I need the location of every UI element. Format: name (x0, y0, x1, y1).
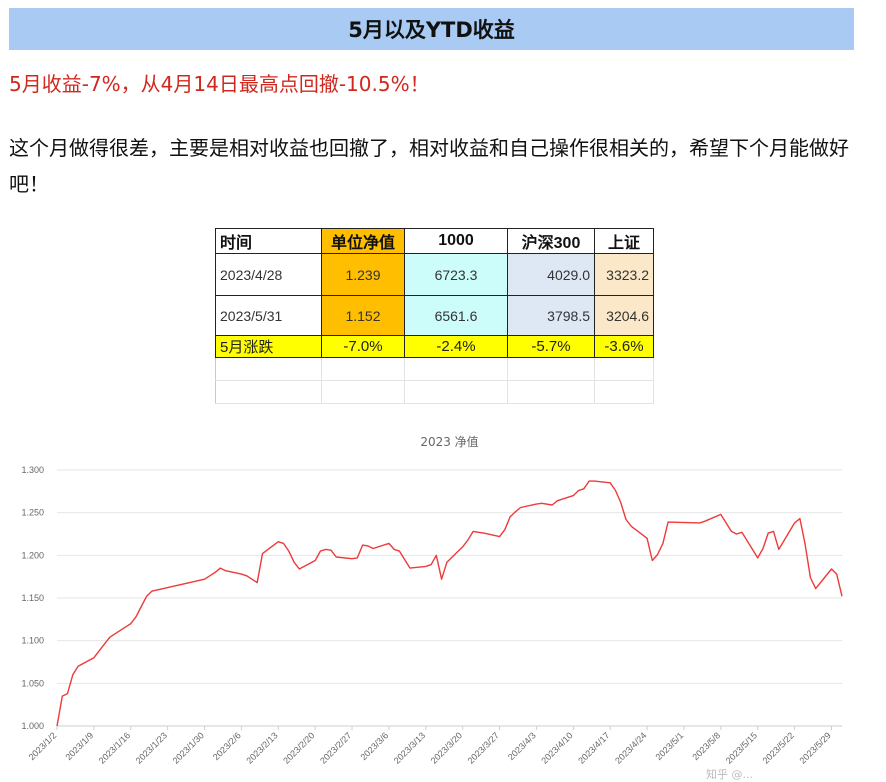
returns-table-image: 时间 单位净值 1000 沪深300 上证 2023/4/28 1.239 67… (212, 226, 654, 404)
x-tick-label: 2023/5/22 (761, 730, 796, 765)
y-tick-label: 1.000 (21, 721, 44, 731)
cell-change-hs300: -5.7% (507, 335, 595, 358)
table-row: 2023/4/28 1.239 6723.3 4029.0 3323.2 (215, 253, 654, 296)
y-tick-label: 1.200 (21, 550, 44, 560)
cell-nav: 1.239 (321, 253, 405, 296)
header-nav: 单位净值 (321, 228, 405, 254)
x-tick-label: 2023/2/6 (211, 730, 243, 762)
header-date: 时间 (215, 228, 322, 254)
empty-row (215, 380, 654, 404)
y-tick-label: 1.100 (21, 636, 44, 646)
x-tick-label: 2023/5/15 (724, 730, 759, 765)
x-tick-label: 2023/3/20 (429, 730, 464, 765)
y-tick-label: 1.050 (21, 678, 44, 688)
table-header-row: 时间 单位净值 1000 沪深300 上证 (215, 228, 654, 254)
cell-1000: 6561.6 (404, 295, 508, 336)
x-tick-label: 2023/3/27 (466, 730, 501, 765)
page-title: 5月以及YTD收益 (348, 18, 515, 42)
x-tick-label: 2023/4/3 (506, 730, 538, 762)
x-tick-label: 2023/2/13 (244, 730, 279, 765)
y-tick-label: 1.300 (21, 465, 44, 475)
x-tick-label: 2023/4/17 (576, 730, 611, 765)
x-tick-label: 2023/3/6 (358, 730, 390, 762)
cell-hs300: 4029.0 (507, 253, 595, 296)
cell-hs300: 3798.5 (507, 295, 595, 336)
x-tick-label: 2023/5/8 (690, 730, 722, 762)
x-tick-label: 2023/1/2 (27, 730, 59, 762)
cell-nav: 1.152 (321, 295, 405, 336)
table-row: 2023/5/31 1.152 6561.6 3798.5 3204.6 (215, 295, 654, 336)
header-1000: 1000 (404, 228, 508, 254)
x-tick-label: 2023/4/10 (539, 730, 574, 765)
commentary-paragraph: 这个月做得很差，主要是相对收益也回撤了，相对收益和自己操作很相关的，希望下个月能… (9, 136, 849, 196)
cell-date: 2023/5/31 (215, 295, 322, 336)
cell-change-1000: -2.4% (404, 335, 508, 358)
x-tick-label: 2023/1/9 (63, 730, 95, 762)
header-sse: 上证 (594, 228, 654, 254)
x-tick-label: 2023/2/27 (318, 730, 353, 765)
cell-change-sse: -3.6% (594, 335, 654, 358)
title-banner: 5月以及YTD收益 (9, 8, 854, 50)
returns-table: 时间 单位净值 1000 沪深300 上证 2023/4/28 1.239 67… (215, 228, 654, 404)
change-row: 5月涨跌 -7.0% -2.4% -5.7% -3.6% (215, 335, 654, 358)
cell-sse: 3323.2 (594, 253, 654, 296)
cell-sse: 3204.6 (594, 295, 654, 336)
x-tick-label: 2023/1/23 (134, 730, 169, 765)
cell-change-label: 5月涨跌 (215, 335, 322, 358)
y-tick-label: 1.150 (21, 593, 44, 603)
x-tick-label: 2023/5/29 (797, 730, 832, 765)
cell-date: 2023/4/28 (215, 253, 322, 296)
header-hs300: 沪深300 (507, 228, 595, 254)
chart-svg: 2023 净值 1.000 1.050 1.100 1.150 1.200 1.250 1.3… (21, 434, 843, 766)
x-tick-label: 2023/4/24 (613, 730, 648, 765)
return-headline: 5月收益-7%，从4月14日最高点回撤-10.5%！ (9, 72, 430, 96)
x-tick-label: 2023/3/13 (392, 730, 427, 765)
cell-change-nav: -7.0% (321, 335, 405, 358)
empty-row (215, 357, 654, 381)
cell-1000: 6723.3 (404, 253, 508, 296)
y-tick-label: 1.250 (21, 508, 44, 518)
chart-title: 2023 净值 (420, 434, 478, 449)
x-tick-label: 2023/1/16 (97, 730, 132, 765)
nav-line-chart: 2023 净值 1.000 1.050 1.100 1.150 1.200 1.250 1.3… (0, 428, 870, 780)
nav-series-line (56, 480, 843, 727)
x-tick-label: 2023/1/30 (171, 730, 206, 765)
x-tick-label: 2023/5/1 (654, 730, 686, 762)
x-tick-label: 2023/2/20 (281, 730, 316, 765)
